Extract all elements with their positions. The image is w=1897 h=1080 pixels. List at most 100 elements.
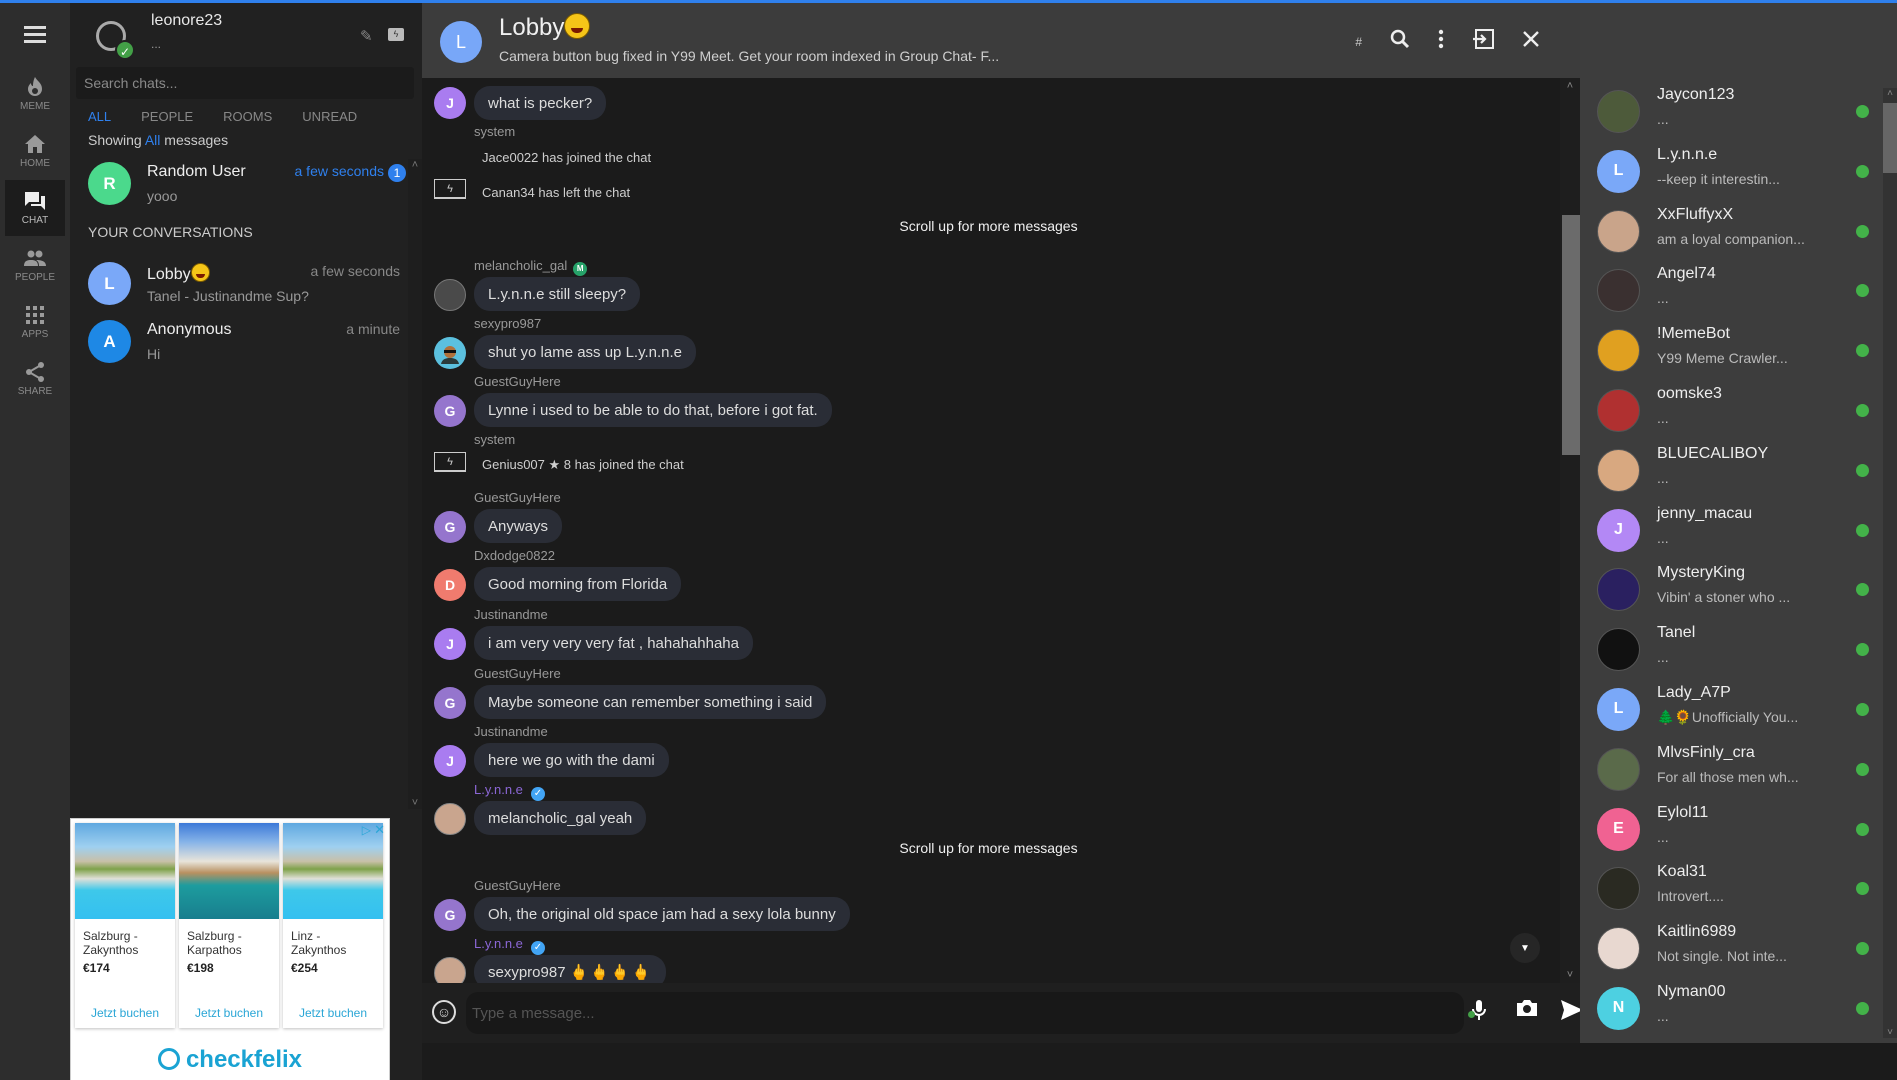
online-user-item[interactable]: L Lady_A7P 🌲🌻Unofficially You... <box>1580 679 1880 739</box>
scroll-up-more-link[interactable]: Scroll up for more messages <box>422 840 1555 856</box>
user-status: ... <box>1657 409 1669 426</box>
feedback-icon[interactable]: ϟ <box>388 28 404 41</box>
online-indicator-icon <box>1856 523 1869 537</box>
ad-brand-logo[interactable]: checkfelix <box>71 1046 389 1074</box>
user-name: jenny_macau <box>1657 504 1753 522</box>
search-chats-input[interactable] <box>84 75 406 91</box>
ad-book-link[interactable]: Jetzt buchen <box>75 1006 175 1020</box>
user-status: ... <box>1657 1007 1669 1024</box>
nav-label: HOME <box>20 158 50 169</box>
nav-item-meme[interactable]: MEME <box>5 66 65 122</box>
nav-label: CHAT <box>21 215 49 226</box>
jump-to-latest-button[interactable]: ▼ <box>1510 933 1540 963</box>
conversation-item-random-user[interactable]: R Random User yooo a few seconds 1 <box>70 154 422 212</box>
user-avatar: J <box>1597 508 1640 552</box>
online-user-item[interactable]: oomske3... <box>1580 380 1880 440</box>
ad-book-link[interactable]: Jetzt buchen <box>179 1006 279 1020</box>
online-user-item[interactable]: BLUECALIBOY... <box>1580 440 1880 500</box>
online-user-item[interactable]: E Eylol11... <box>1580 799 1880 859</box>
user-name: MysteryKing <box>1657 564 1746 582</box>
user-name: oomske3 <box>1657 384 1722 402</box>
conversation-time: a few seconds <box>294 163 385 179</box>
ad-price: €198 <box>187 961 214 975</box>
user-status: Introvert.... <box>1657 888 1724 905</box>
nav-item-home[interactable]: HOME <box>5 123 65 179</box>
online-user-item[interactable]: Koal31 Introvert.... <box>1580 858 1880 918</box>
conversation-name: Random User <box>147 163 246 180</box>
message-scrollbar[interactable]: ˄ ˅ <box>1560 78 1580 983</box>
online-user-item[interactable]: Jaycon123... <box>1580 81 1880 141</box>
ad-card[interactable]: Salzburg - Karpathos €198 Jetzt buchen <box>179 823 279 1028</box>
nav-item-people[interactable]: PEOPLE <box>5 237 65 293</box>
user-avatar-photo <box>1597 388 1640 432</box>
user-name: MlvsFinly_cra <box>1657 743 1755 761</box>
chat-icon <box>23 190 47 212</box>
ad-book-link[interactable]: Jetzt buchen <box>283 1006 383 1020</box>
ad-card[interactable]: Linz - Zakynthos €254 Jetzt buchen <box>283 823 383 1028</box>
section-title: YOUR CONVERSATIONS <box>88 224 253 240</box>
emoji-picker-icon[interactable]: ☺ <box>432 1000 456 1024</box>
user-avatar[interactable]: ✓ <box>96 21 135 60</box>
scroll-down-icon[interactable]: ˅ <box>1883 1027 1897 1038</box>
profile-username: leonore23 <box>151 12 223 29</box>
edit-pencil-icon[interactable]: ✎ <box>360 27 373 45</box>
nav-item-chat[interactable]: CHAT <box>5 180 65 236</box>
online-indicator-icon <box>1856 284 1869 298</box>
scroll-up-more-link[interactable]: Scroll up for more messages <box>422 218 1555 234</box>
scroll-down-icon[interactable]: ˅ <box>1560 969 1580 981</box>
message-bubble: L.y.n.n.e still sleepy? <box>474 277 641 311</box>
scroll-down-icon[interactable]: ˅ <box>408 797 422 809</box>
nav-item-apps[interactable]: APPS <box>5 294 65 350</box>
hash-icon[interactable]: # <box>1355 35 1362 49</box>
adchoices-icon[interactable]: ▷ <box>362 823 371 837</box>
scroll-up-icon[interactable]: ˄ <box>1560 80 1580 92</box>
message-username: Justinandme <box>474 607 548 622</box>
online-user-item[interactable]: MysteryKing Vibin' a stoner who ... <box>1580 559 1880 619</box>
ad-close-icon[interactable]: ✕ <box>374 822 385 838</box>
close-icon[interactable] <box>1522 30 1540 54</box>
nav-item-share[interactable]: SHARE <box>5 351 65 407</box>
user-avatar-photo <box>1597 568 1640 612</box>
online-user-item[interactable]: Kaitlin6989 Not single. Not inte... <box>1580 918 1880 978</box>
users-scrollbar[interactable]: ˄ ˅ <box>1883 88 1897 1038</box>
scroll-up-icon[interactable]: ˄ <box>1883 88 1897 99</box>
conversation-preview: Tanel - Justinandme Sup? <box>147 288 309 304</box>
scrollbar-thumb[interactable] <box>1562 215 1580 455</box>
search-icon[interactable] <box>1390 29 1410 55</box>
message-avatar: J <box>434 745 466 777</box>
online-user-item[interactable]: Tanel... <box>1580 619 1880 679</box>
conversation-item-lobby[interactable]: L Lobby Tanel - Justinandme Sup? a few s… <box>70 254 422 312</box>
scrollbar-thumb[interactable] <box>1883 103 1897 173</box>
ad-card[interactable]: Salzburg - Zakynthos €174 Jetzt buchen <box>75 823 175 1028</box>
exit-room-icon[interactable] <box>1472 29 1494 55</box>
user-avatar: E <box>1597 807 1640 851</box>
online-user-item[interactable]: Angel74... <box>1580 260 1880 320</box>
user-name: XxFluffyxX <box>1657 205 1734 223</box>
message-avatar-photo <box>434 803 466 835</box>
online-user-item[interactable]: L L.y.n.n.e --keep it interestin... <box>1580 141 1880 201</box>
online-user-item[interactable]: MlvsFinly_cra For all those men wh... <box>1580 739 1880 799</box>
filter-summary-prefix: Showing <box>88 132 142 148</box>
online-user-item[interactable]: !MemeBot Y99 Meme Crawler... <box>1580 320 1880 380</box>
conversation-name: Lobby <box>147 266 191 283</box>
advertisement[interactable]: Salzburg - Zakynthos €174 Jetzt buchen S… <box>70 818 390 1080</box>
ad-brand-name: checkfelix <box>185 1046 303 1073</box>
more-vert-icon[interactable] <box>1438 29 1444 55</box>
tab-rooms[interactable]: ROOMS <box>223 109 272 124</box>
online-user-item[interactable]: N Nyman00... <box>1580 978 1880 1038</box>
microphone-icon[interactable] <box>1468 999 1486 1027</box>
message-input[interactable] <box>466 992 1464 1034</box>
tab-unread[interactable]: UNREAD <box>302 109 357 124</box>
hamburger-menu-button[interactable] <box>0 3 70 65</box>
online-user-item[interactable]: XxFluffyxX am a loyal companion... <box>1580 201 1880 261</box>
online-user-item[interactable]: Jjenny_macau... <box>1580 500 1880 560</box>
tab-people[interactable]: PEOPLE <box>141 109 193 124</box>
system-laptop-icon: ϟ <box>434 179 466 199</box>
message-bubble: Good morning from Florida <box>474 567 682 601</box>
conversations-scrollbar[interactable]: ˄ ˅ <box>408 159 422 809</box>
user-name: BLUECALIBOY <box>1657 444 1769 462</box>
scroll-up-icon[interactable]: ˄ <box>408 159 422 171</box>
tab-all[interactable]: ALL <box>88 109 111 124</box>
conversation-item-anonymous[interactable]: A Anonymous Hi a minute <box>70 312 422 370</box>
camera-icon[interactable] <box>1516 999 1538 1023</box>
